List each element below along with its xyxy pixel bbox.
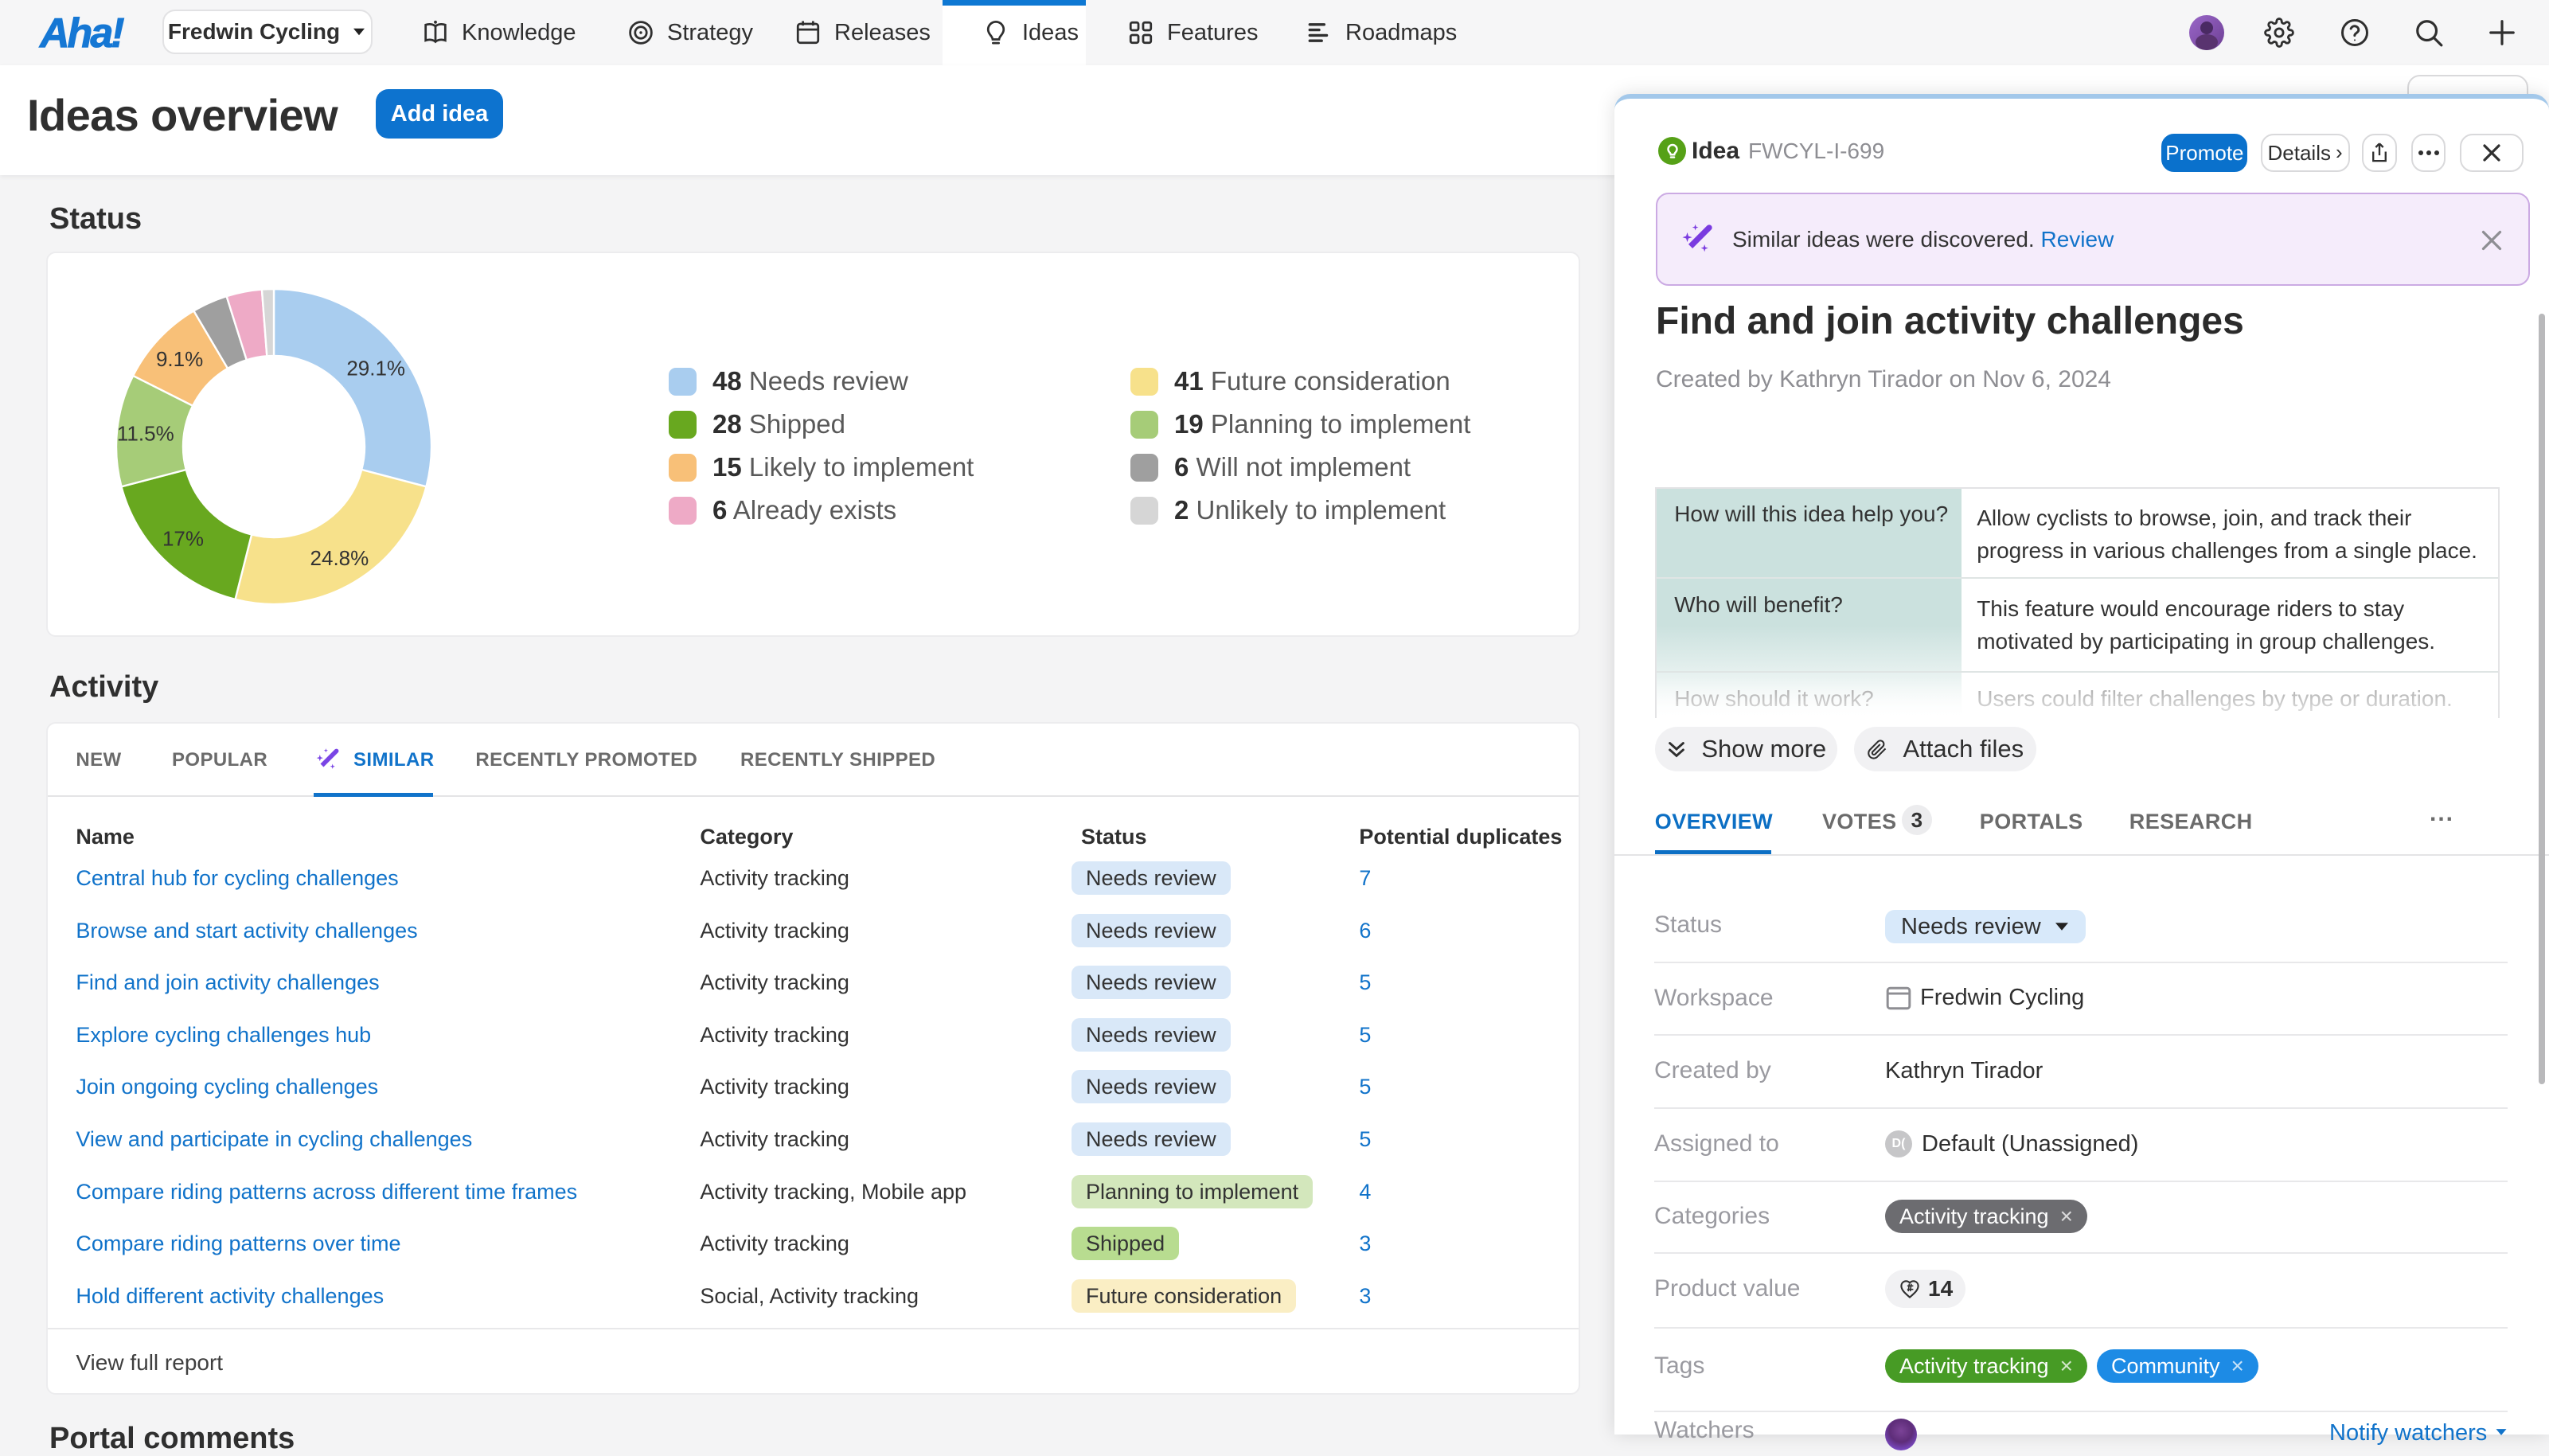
- svg-text:17%: 17%: [162, 526, 204, 550]
- svg-text:9.1%: 9.1%: [156, 347, 203, 371]
- svg-text:11.5%: 11.5%: [117, 421, 174, 445]
- svg-text:29.1%: 29.1%: [346, 356, 405, 380]
- svg-text:24.8%: 24.8%: [310, 546, 369, 570]
